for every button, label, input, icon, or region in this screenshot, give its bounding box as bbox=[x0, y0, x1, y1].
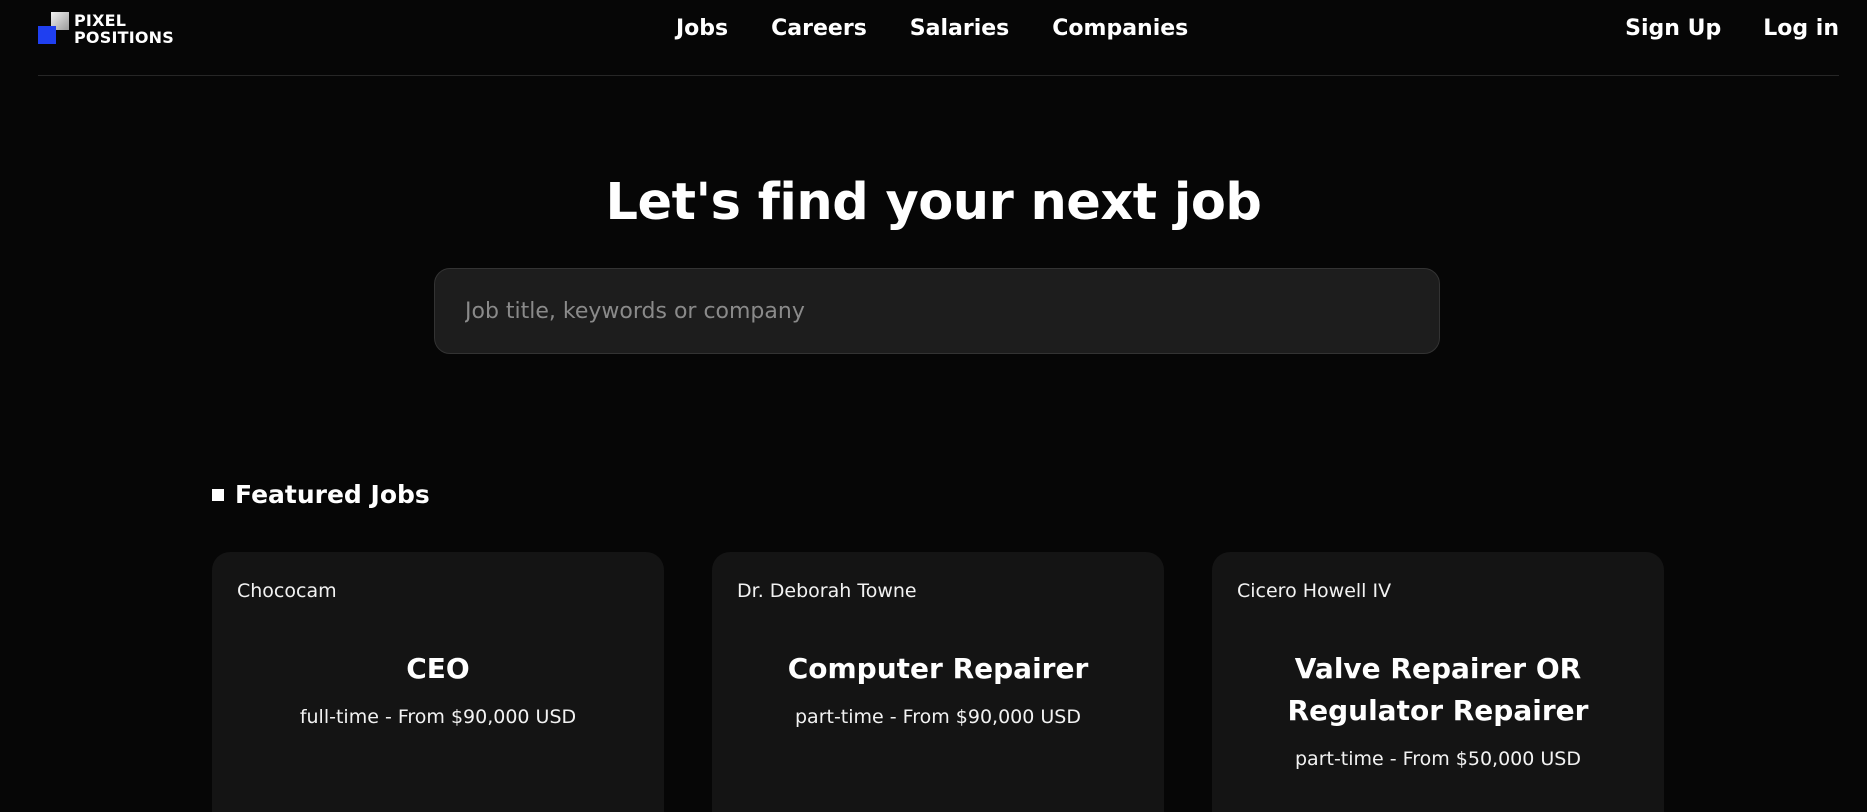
main-nav: Jobs Careers Salaries Companies bbox=[676, 14, 1188, 44]
hero-title: Let's find your next job bbox=[605, 173, 1262, 232]
job-card[interactable]: Chococam CEO full-time - From $90,000 US… bbox=[212, 552, 664, 812]
featured-jobs-list: Chococam CEO full-time - From $90,000 US… bbox=[212, 552, 1664, 812]
job-title[interactable]: CEO bbox=[237, 648, 639, 690]
job-title[interactable]: Computer Repairer bbox=[737, 648, 1139, 690]
log-in-link[interactable]: Log in bbox=[1763, 14, 1839, 44]
job-card[interactable]: Cicero Howell IV Valve Repairer OR Regul… bbox=[1212, 552, 1664, 812]
page: PIXEL POSITIONS Jobs Careers Salaries Co… bbox=[0, 0, 1867, 812]
square-bullet-icon bbox=[212, 489, 224, 501]
job-company: Cicero Howell IV bbox=[1237, 580, 1392, 602]
section-title: Featured Jobs bbox=[235, 480, 430, 509]
nav-salaries[interactable]: Salaries bbox=[910, 14, 1009, 44]
logo-line-1: PIXEL bbox=[74, 11, 127, 30]
job-meta: full-time - From $90,000 USD bbox=[299, 706, 577, 728]
logo-link[interactable]: PIXEL POSITIONS bbox=[38, 12, 174, 46]
job-meta: part-time - From $90,000 USD bbox=[794, 706, 1081, 728]
featured-jobs-heading: Featured Jobs bbox=[212, 478, 430, 512]
logo-icon bbox=[38, 12, 70, 45]
nav-companies[interactable]: Companies bbox=[1052, 14, 1188, 44]
logo-text: PIXEL POSITIONS bbox=[74, 12, 174, 46]
job-company: Dr. Deborah Towne bbox=[737, 580, 917, 602]
auth-links: Sign Up Log in bbox=[1625, 14, 1839, 44]
job-meta: part-time - From $50,000 USD bbox=[1294, 748, 1581, 770]
search-input[interactable] bbox=[435, 269, 1439, 353]
site-header: PIXEL POSITIONS Jobs Careers Salaries Co… bbox=[38, 0, 1839, 76]
job-company: Chococam bbox=[237, 580, 337, 602]
nav-jobs[interactable]: Jobs bbox=[676, 14, 728, 44]
nav-careers[interactable]: Careers bbox=[771, 14, 867, 44]
search-box bbox=[434, 268, 1440, 354]
job-card[interactable]: Dr. Deborah Towne Computer Repairer part… bbox=[712, 552, 1164, 812]
sign-up-link[interactable]: Sign Up bbox=[1625, 14, 1721, 44]
logo-line-2: POSITIONS bbox=[74, 28, 174, 47]
job-title[interactable]: Valve Repairer OR Regulator Repairer bbox=[1237, 648, 1639, 732]
